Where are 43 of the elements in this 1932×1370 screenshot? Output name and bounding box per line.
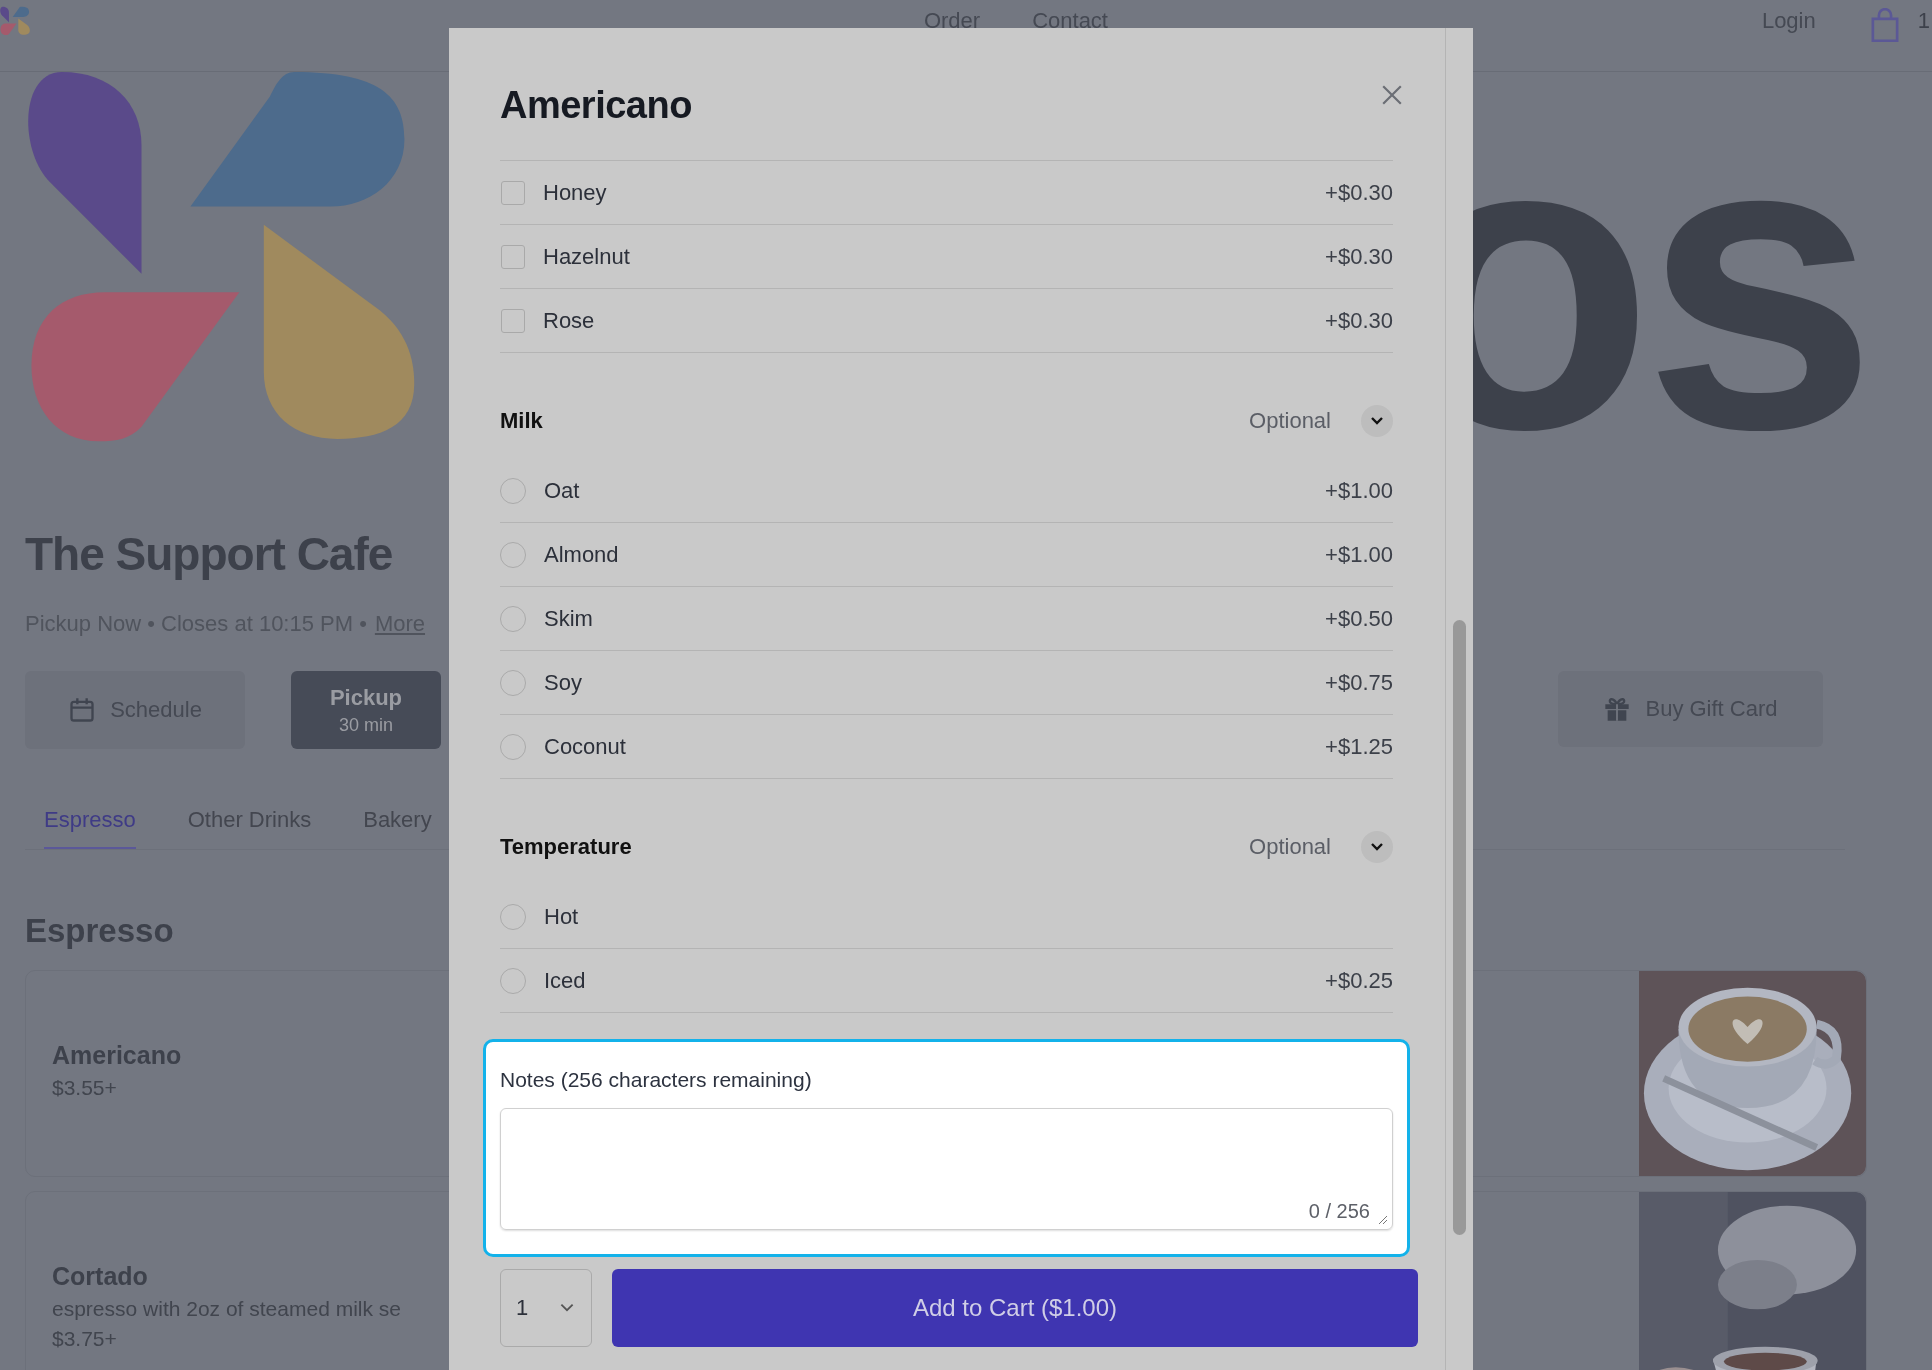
checkbox[interactable] <box>501 180 525 205</box>
add-to-cart-button[interactable]: Add to Cart ($1.00) <box>612 1269 1418 1347</box>
quantity-select[interactable]: 1 <box>500 1269 592 1347</box>
scrollbar-thumb[interactable] <box>1453 620 1466 1235</box>
resize-handle-icon <box>1378 1215 1388 1225</box>
character-counter: 0 / 256 <box>1308 1200 1370 1223</box>
option-label: Iced <box>544 967 587 994</box>
pickup-button[interactable]: Pickup 30 min <box>291 671 441 749</box>
notes-field[interactable]: 0 / 256 <box>500 1108 1393 1230</box>
category-tab[interactable]: Espresso <box>44 807 136 849</box>
gift-icon <box>1603 695 1632 723</box>
option-label: Almond <box>544 541 620 568</box>
optional-label: Optional <box>1249 408 1331 434</box>
option-price: +$1.25 <box>1325 733 1393 760</box>
option-label: Oat <box>544 477 581 504</box>
option-label: Soy <box>544 669 583 696</box>
calendar-icon <box>68 696 97 724</box>
group-title: Milk <box>500 408 543 434</box>
shopping-bag-icon <box>1869 8 1900 42</box>
option-label: Hot <box>544 903 580 930</box>
option-price: +$0.30 <box>1325 243 1393 270</box>
option-price: +$0.25 <box>1325 967 1393 994</box>
modal-title: Americano <box>500 83 692 127</box>
option-price: +$0.30 <box>1325 307 1393 334</box>
checkbox[interactable] <box>501 244 525 269</box>
option-label: Honey <box>543 179 608 206</box>
option-price: +$1.00 <box>1325 541 1393 568</box>
group-title: Temperature <box>500 834 632 860</box>
option-price: +$1.00 <box>1325 477 1393 504</box>
logo-icon <box>0 6 30 36</box>
notes-label: Notes (256 characters remaining) <box>500 1068 813 1092</box>
collapse-button[interactable] <box>1361 831 1393 863</box>
option-price: +$0.75 <box>1325 669 1393 696</box>
option-price: +$0.50 <box>1325 605 1393 632</box>
option-label: Rose <box>543 307 596 334</box>
collapse-button[interactable] <box>1361 405 1393 437</box>
optional-label: Optional <box>1249 834 1331 860</box>
close-icon <box>1381 84 1403 106</box>
option-label: Coconut <box>544 733 627 760</box>
option-price: +$0.30 <box>1325 179 1393 206</box>
checkbox[interactable] <box>501 308 525 333</box>
option-label: Hazelnut <box>543 243 631 270</box>
option-label: Skim <box>544 605 594 632</box>
